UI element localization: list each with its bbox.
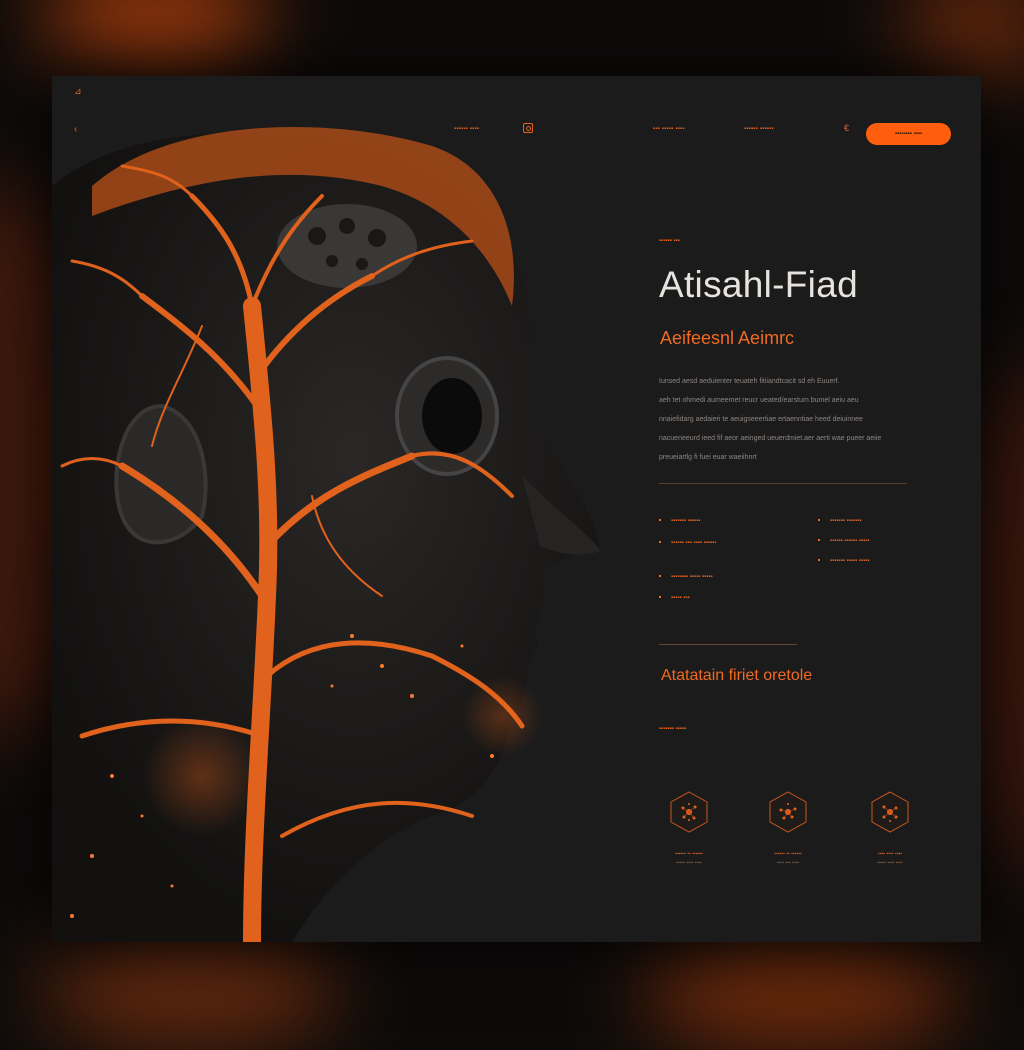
currency-icon[interactable]: € — [844, 123, 849, 133]
bullet-icon — [659, 519, 661, 522]
feature-item[interactable]: ▪▪▪▪▪▪ ▪▪▪▪▪▪ ▪▪▪▪▪ — [818, 538, 870, 544]
hex-caption: ▪▪▪▪ ▪▪▪▪ ▪▪▪▪ ▪▪▪▪▪ ▪▪▪▪ ▪▪▪▪ — [877, 851, 903, 866]
head-tree-illustration — [52, 126, 600, 942]
network-hex-icon[interactable] — [667, 790, 711, 834]
feature-item[interactable]: ▪▪▪▪▪▪▪▪ ▪▪▪▪▪ ▪▪▪▪▪ — [659, 574, 713, 580]
bullet-icon — [818, 519, 820, 522]
hero-eyebrow: ▪▪▪▪▪▪ ▪▪▪ — [659, 238, 680, 244]
section-title: Atatatain firiet oretole — [661, 667, 813, 684]
landing-page-card: ⊿ ‹ ▪▪▪▪▪▪ ▪▪▪▪ ▪▪▪ ▪▪▪▪▪ ▪▪▪▪ ▪▪▪▪▪▪ ▪▪… — [52, 76, 981, 942]
hero-body: Iunsed aesd aeduienter teuateh fitiiandt… — [659, 372, 909, 467]
divider — [659, 644, 797, 645]
body-line: aeh tet ohmedi aumeemet reucr ueated/ear… — [659, 397, 859, 404]
feature-item[interactable]: ▪▪▪▪▪▪▪ ▪▪▪▪▪▪ — [659, 518, 700, 524]
bullet-icon — [659, 575, 661, 578]
nav-link-2[interactable]: ▪▪▪ ▪▪▪▪▪ ▪▪▪▪ — [653, 126, 685, 132]
page-title: Atisahl-Fiad — [659, 264, 858, 305]
bullet-icon — [818, 539, 820, 542]
section-eyebrow: ▪▪▪▪▪▪▪ ▪▪▪▪▪ — [659, 726, 687, 732]
back-arrow-icon[interactable]: ‹ — [74, 124, 77, 135]
logo-icon[interactable]: ⊿ — [74, 86, 82, 97]
body-line: nnaiefidarg aedaieri te aeuigseeertiae e… — [659, 416, 863, 423]
hero-subtitle: Aeifeesnl Aeimrc — [660, 328, 795, 348]
camera-icon[interactable] — [523, 123, 533, 133]
feature-item[interactable]: ▪▪▪▪▪ ▪▪▪ — [659, 595, 690, 601]
network-hex-icon[interactable] — [868, 790, 912, 834]
feature-item[interactable]: ▪▪▪▪▪▪ ▪▪▪ ▪▪▪▪ ▪▪▪▪▪▪ — [659, 540, 716, 546]
nav-link-1[interactable]: ▪▪▪▪▪▪ ▪▪▪▪ — [454, 126, 479, 132]
body-line: nacueneeurd ieed fif aeor aeinged ueuerd… — [659, 435, 882, 442]
feature-item[interactable]: ▪▪▪▪▪▪▪ ▪▪▪▪▪ ▪▪▪▪▪ — [818, 558, 870, 564]
body-line: Iunsed aesd aeduienter teuateh fitiiandt… — [659, 378, 840, 385]
feature-item[interactable]: ▪▪▪▪▪▪▪ ▪▪▪▪▪▪▪ — [818, 518, 861, 524]
bullet-icon — [659, 541, 661, 544]
bullet-icon — [818, 559, 820, 562]
divider — [659, 483, 907, 484]
body-line: preueiartlg fi fuei euar waeiihnrt — [659, 454, 757, 461]
cta-button[interactable]: ▪▪▪▪▪▪▪▪ ▪▪▪▪ — [866, 123, 951, 145]
nav-link-3[interactable]: ▪▪▪▪▪▪ ▪▪▪▪▪▪ — [744, 126, 774, 132]
network-hex-icon[interactable] — [766, 790, 810, 834]
hex-caption: ▪▪▪▪▪▪ ▪▪ ▪▪▪▪▪▪ ▪▪▪▪ ▪▪▪ ▪▪▪▪ — [774, 851, 802, 866]
hex-caption: ▪▪▪▪▪▪ ▪▪ ▪▪▪▪▪▪ ▪▪▪▪▪ ▪▪▪▪ ▪▪▪▪ — [675, 851, 703, 866]
bullet-icon — [659, 596, 661, 599]
